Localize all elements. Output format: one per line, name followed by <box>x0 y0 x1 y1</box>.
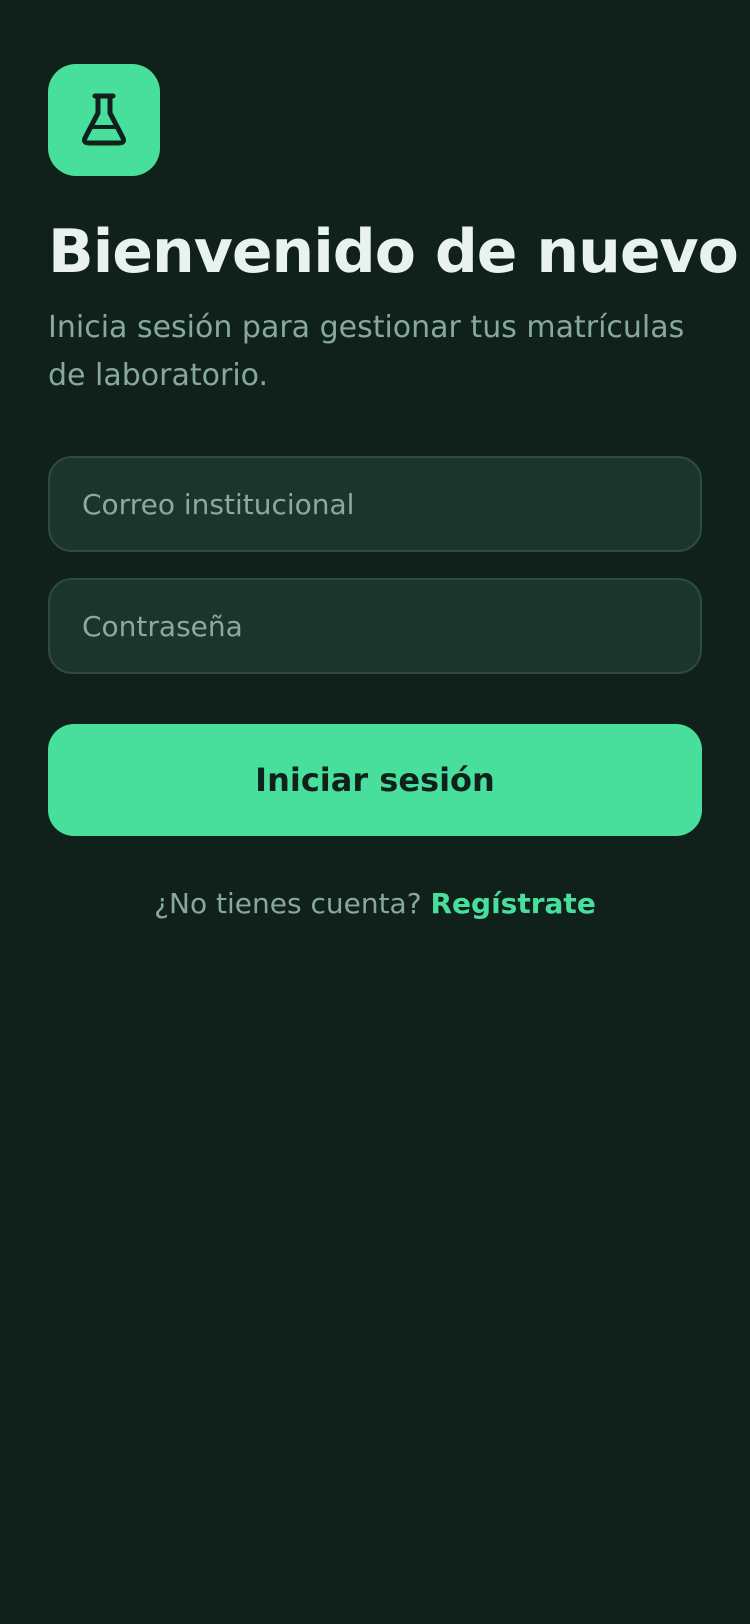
password-field[interactable] <box>50 580 700 672</box>
page-subtitle: Inicia sesión para gestionar tus matrícu… <box>48 310 685 393</box>
signup-link[interactable]: Regístrate <box>430 887 595 920</box>
email-field-container <box>48 456 702 552</box>
password-field-container <box>48 578 702 674</box>
app-logo <box>48 64 160 176</box>
login-button[interactable]: Iniciar sesión <box>48 724 702 836</box>
email-field[interactable] <box>50 458 700 550</box>
signup-prompt: ¿No tienes cuenta? Regístrate <box>0 880 750 928</box>
login-screen: Bienvenido de nuevo Inicia sesión para g… <box>0 0 750 1624</box>
signup-prompt-text: ¿No tienes cuenta? <box>154 887 422 920</box>
page-title: Bienvenido de nuevo <box>48 217 739 287</box>
flask-icon <box>82 93 126 146</box>
